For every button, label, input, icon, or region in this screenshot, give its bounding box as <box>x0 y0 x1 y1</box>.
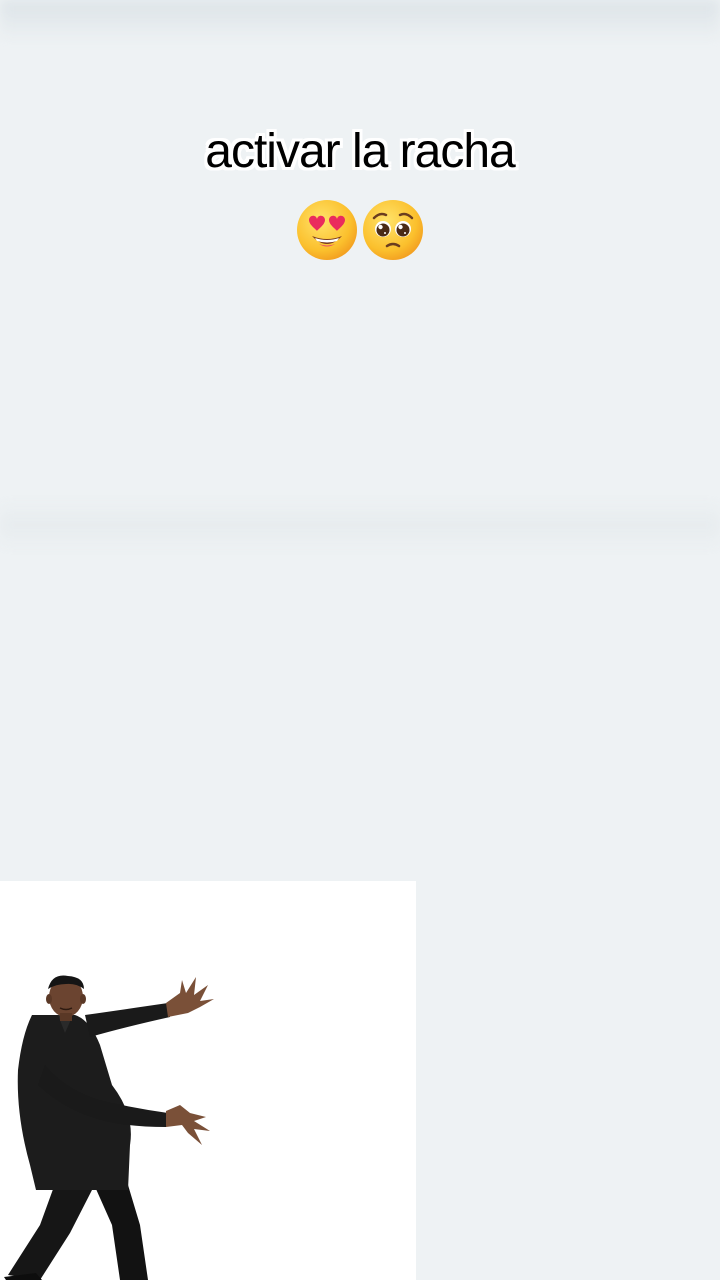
pleading-face-icon <box>363 200 423 260</box>
blurred-background-top <box>0 0 720 42</box>
emoji-row <box>0 198 720 262</box>
blurred-background-middle <box>0 500 720 550</box>
dancing-man-sticker-icon <box>4 975 214 1280</box>
caption-text: activar la racha <box>205 125 515 178</box>
heart-eyes-face-icon <box>297 200 357 260</box>
video-frame[interactable]: activar la racha <box>0 0 720 1280</box>
